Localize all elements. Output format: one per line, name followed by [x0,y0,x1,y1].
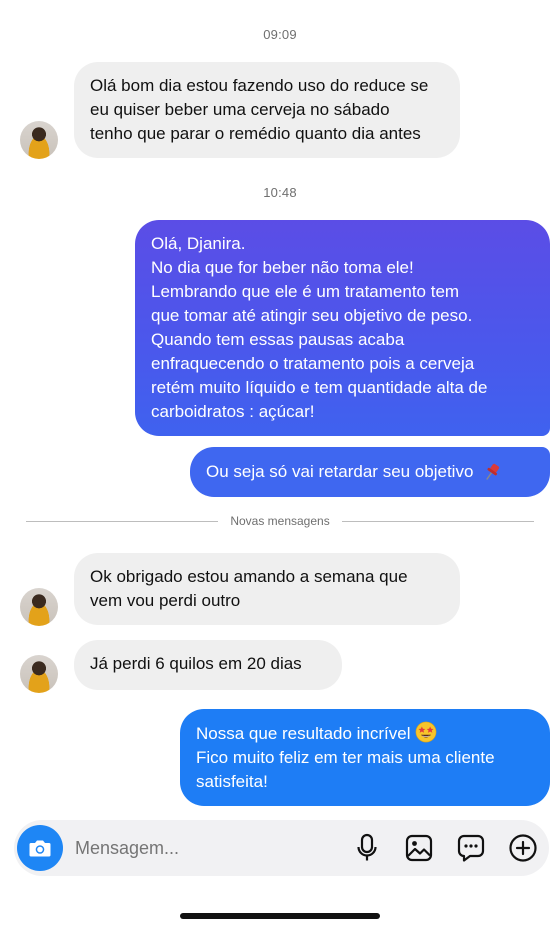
contact-avatar[interactable] [20,655,58,693]
image-icon [405,834,433,862]
message-composer [14,820,549,876]
sticker-icon [457,834,485,862]
divider-line [341,520,535,522]
divider-line [26,520,219,522]
new-messages-divider: Novas mensagens [26,512,535,530]
camera-icon [29,840,51,857]
message-text: Ok obrigado estou amando a semana que ve… [90,567,408,610]
pushpin-icon [486,463,500,480]
outgoing-message[interactable]: Ou seja só vai retardar seu objetivo [190,447,550,497]
outgoing-message[interactable]: Nossa que resultado incrível Fico muito … [180,709,550,806]
incoming-message[interactable]: Já perdi 6 quilos em 20 dias [74,640,342,690]
camera-button[interactable] [17,825,63,871]
timestamp-1048: 10:48 [263,185,297,200]
sticker-button[interactable] [445,826,497,870]
plus-icon [509,834,537,862]
outgoing-message[interactable]: Olá, Djanira. No dia que for beber não t… [135,220,550,436]
contact-avatar[interactable] [20,121,58,159]
message-text: Ou seja só vai retardar seu objetivo [206,462,474,481]
incoming-message[interactable]: Ok obrigado estou amando a semana que ve… [74,553,460,625]
star-struck-emoji-icon [415,721,436,743]
message-text: Já perdi 6 quilos em 20 dias [90,654,302,673]
timestamp-0909: 09:09 [263,27,297,42]
gallery-button[interactable] [393,826,445,870]
message-text: Fico muito feliz em ter mais uma cliente… [196,748,495,791]
microphone-icon [357,833,377,861]
message-text: Nossa que resultado incrível [196,721,534,746]
contact-avatar[interactable] [20,588,58,626]
message-text: Olá bom dia estou fazendo uso do reduce … [90,76,429,143]
add-button[interactable] [497,826,549,870]
incoming-message[interactable]: Olá bom dia estou fazendo uso do reduce … [74,62,460,158]
divider-label: Novas mensagens [230,514,330,528]
home-indicator[interactable] [180,913,380,919]
message-input[interactable] [75,837,341,859]
message-text: Olá, Djanira. No dia que for beber não t… [151,234,488,421]
microphone-button[interactable] [341,826,393,870]
